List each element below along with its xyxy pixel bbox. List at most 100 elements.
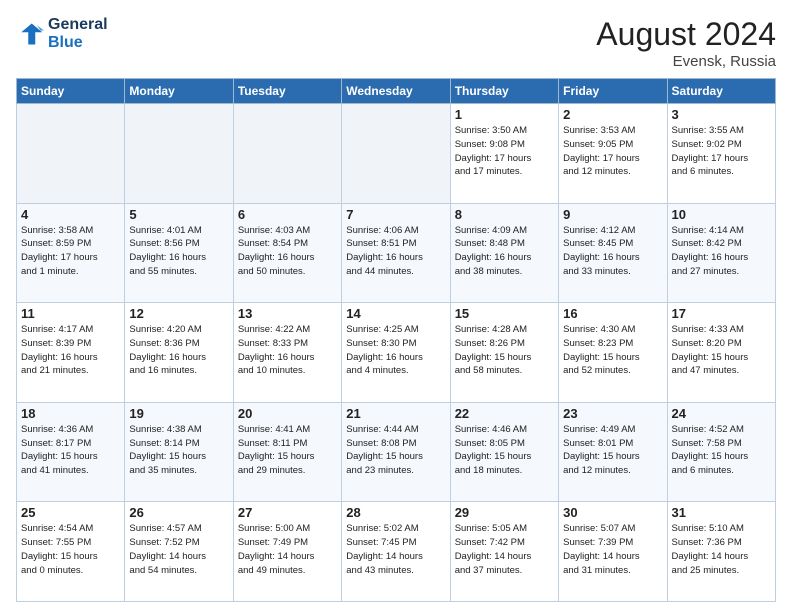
logo-text: General Blue — [48, 16, 108, 52]
day-number: 10 — [672, 207, 771, 222]
col-saturday: Saturday — [667, 79, 775, 104]
table-cell: 27Sunrise: 5:00 AM Sunset: 7:49 PM Dayli… — [233, 502, 341, 602]
table-cell: 15 Sunrise: 4:28 AM Sunset: 8:26 PM Dayli… — [450, 303, 558, 403]
day-number: 29 — [455, 505, 554, 520]
table-cell — [233, 104, 341, 204]
day-number: 28 — [346, 505, 445, 520]
month-year: August 2024 — [596, 16, 776, 53]
table-cell: 8 Sunrise: 4:09 AM Sunset: 8:48 PM Daylig… — [450, 203, 558, 303]
table-cell: 26Sunrise: 4:57 AM Sunset: 7:52 PM Dayli… — [125, 502, 233, 602]
week-row-2: 4 Sunrise: 3:58 AM Sunset: 8:59 PM Daylig… — [17, 203, 776, 303]
col-wednesday: Wednesday — [342, 79, 450, 104]
day-number: 13 — [238, 306, 337, 321]
day-info: Sunrise: 4:30 AM Sunset: 8:23 PM Dayligh… — [563, 323, 662, 378]
day-info: Sunrise: 4:25 AM Sunset: 8:30 PM Dayligh… — [346, 323, 445, 378]
day-number: 20 — [238, 406, 337, 421]
table-cell — [342, 104, 450, 204]
week-row-3: 11 Sunrise: 4:17 AM Sunset: 8:39 PM Dayli… — [17, 303, 776, 403]
day-info: Sunrise: 3:58 AM Sunset: 8:59 PM Dayligh… — [21, 224, 120, 279]
day-number: 15 — [455, 306, 554, 321]
table-cell: 30Sunrise: 5:07 AM Sunset: 7:39 PM Dayli… — [559, 502, 667, 602]
table-cell: 19 Sunrise: 4:38 AM Sunset: 8:14 PM Dayli… — [125, 402, 233, 502]
col-sunday: Sunday — [17, 79, 125, 104]
table-cell: 20 Sunrise: 4:41 AM Sunset: 8:11 PM Dayli… — [233, 402, 341, 502]
day-number: 23 — [563, 406, 662, 421]
day-number: 22 — [455, 406, 554, 421]
table-cell: 1Sunrise: 3:50 AM Sunset: 9:08 PM Daylig… — [450, 104, 558, 204]
day-number: 19 — [129, 406, 228, 421]
logo: General Blue — [16, 16, 108, 52]
day-number: 14 — [346, 306, 445, 321]
table-cell: 4 Sunrise: 3:58 AM Sunset: 8:59 PM Daylig… — [17, 203, 125, 303]
day-info: Sunrise: 4:33 AM Sunset: 8:20 PM Dayligh… — [672, 323, 771, 378]
calendar-header-row: Sunday Monday Tuesday Wednesday Thursday… — [17, 79, 776, 104]
title-block: August 2024 Evensk, Russia — [596, 16, 776, 70]
day-info: Sunrise: 4:38 AM Sunset: 8:14 PM Dayligh… — [129, 423, 228, 478]
table-cell — [125, 104, 233, 204]
day-number: 16 — [563, 306, 662, 321]
table-cell: 3 Sunrise: 3:55 AM Sunset: 9:02 PM Daylig… — [667, 104, 775, 204]
day-info: Sunrise: 5:02 AM Sunset: 7:45 PM Dayligh… — [346, 522, 445, 577]
day-info: Sunrise: 5:10 AM Sunset: 7:36 PM Dayligh… — [672, 522, 771, 577]
table-cell: 23Sunrise: 4:49 AM Sunset: 8:01 PM Dayli… — [559, 402, 667, 502]
col-tuesday: Tuesday — [233, 79, 341, 104]
day-number: 5 — [129, 207, 228, 222]
day-info: Sunrise: 4:03 AM Sunset: 8:54 PM Dayligh… — [238, 224, 337, 279]
day-info: Sunrise: 3:53 AM Sunset: 9:05 PM Dayligh… — [563, 124, 662, 179]
week-row-4: 18 Sunrise: 4:36 AM Sunset: 8:17 PM Dayli… — [17, 402, 776, 502]
day-info: Sunrise: 4:36 AM Sunset: 8:17 PM Dayligh… — [21, 423, 120, 478]
day-info: Sunrise: 3:55 AM Sunset: 9:02 PM Dayligh… — [672, 124, 771, 179]
day-info: Sunrise: 4:54 AM Sunset: 7:55 PM Dayligh… — [21, 522, 120, 577]
day-info: Sunrise: 3:50 AM Sunset: 9:08 PM Dayligh… — [455, 124, 554, 179]
day-info: Sunrise: 4:22 AM Sunset: 8:33 PM Dayligh… — [238, 323, 337, 378]
location: Evensk, Russia — [596, 53, 776, 70]
table-cell: 16 Sunrise: 4:30 AM Sunset: 8:23 PM Dayli… — [559, 303, 667, 403]
table-cell: 31Sunrise: 5:10 AM Sunset: 7:36 PM Dayli… — [667, 502, 775, 602]
day-number: 27 — [238, 505, 337, 520]
calendar-page: General Blue August 2024 Evensk, Russia … — [0, 0, 792, 612]
day-info: Sunrise: 4:52 AM Sunset: 7:58 PM Dayligh… — [672, 423, 771, 478]
day-number: 6 — [238, 207, 337, 222]
day-number: 4 — [21, 207, 120, 222]
day-number: 18 — [21, 406, 120, 421]
day-number: 17 — [672, 306, 771, 321]
day-number: 9 — [563, 207, 662, 222]
day-info: Sunrise: 5:07 AM Sunset: 7:39 PM Dayligh… — [563, 522, 662, 577]
day-number: 26 — [129, 505, 228, 520]
table-cell: 14 Sunrise: 4:25 AM Sunset: 8:30 PM Dayli… — [342, 303, 450, 403]
day-info: Sunrise: 5:05 AM Sunset: 7:42 PM Dayligh… — [455, 522, 554, 577]
day-info: Sunrise: 4:12 AM Sunset: 8:45 PM Dayligh… — [563, 224, 662, 279]
table-cell: 29 Sunrise: 5:05 AM Sunset: 7:42 PM Dayli… — [450, 502, 558, 602]
week-row-5: 25Sunrise: 4:54 AM Sunset: 7:55 PM Dayli… — [17, 502, 776, 602]
day-info: Sunrise: 4:17 AM Sunset: 8:39 PM Dayligh… — [21, 323, 120, 378]
day-info: Sunrise: 4:28 AM Sunset: 8:26 PM Dayligh… — [455, 323, 554, 378]
day-number: 2 — [563, 107, 662, 122]
table-cell: 6 Sunrise: 4:03 AM Sunset: 8:54 PM Daylig… — [233, 203, 341, 303]
logo-icon — [16, 20, 44, 48]
table-cell: 24 Sunrise: 4:52 AM Sunset: 7:58 PM Dayli… — [667, 402, 775, 502]
day-number: 3 — [672, 107, 771, 122]
table-cell: 25Sunrise: 4:54 AM Sunset: 7:55 PM Dayli… — [17, 502, 125, 602]
table-cell: 22Sunrise: 4:46 AM Sunset: 8:05 PM Dayli… — [450, 402, 558, 502]
col-monday: Monday — [125, 79, 233, 104]
day-info: Sunrise: 4:44 AM Sunset: 8:08 PM Dayligh… — [346, 423, 445, 478]
table-cell: 28 Sunrise: 5:02 AM Sunset: 7:45 PM Dayli… — [342, 502, 450, 602]
table-cell: 17 Sunrise: 4:33 AM Sunset: 8:20 PM Dayli… — [667, 303, 775, 403]
day-number: 11 — [21, 306, 120, 321]
table-cell: 5 Sunrise: 4:01 AM Sunset: 8:56 PM Daylig… — [125, 203, 233, 303]
table-cell: 12Sunrise: 4:20 AM Sunset: 8:36 PM Dayli… — [125, 303, 233, 403]
day-number: 21 — [346, 406, 445, 421]
table-cell: 18 Sunrise: 4:36 AM Sunset: 8:17 PM Dayli… — [17, 402, 125, 502]
day-info: Sunrise: 4:01 AM Sunset: 8:56 PM Dayligh… — [129, 224, 228, 279]
day-number: 8 — [455, 207, 554, 222]
day-info: Sunrise: 4:41 AM Sunset: 8:11 PM Dayligh… — [238, 423, 337, 478]
table-cell: 21 Sunrise: 4:44 AM Sunset: 8:08 PM Dayli… — [342, 402, 450, 502]
col-friday: Friday — [559, 79, 667, 104]
day-info: Sunrise: 4:06 AM Sunset: 8:51 PM Dayligh… — [346, 224, 445, 279]
header: General Blue August 2024 Evensk, Russia — [16, 16, 776, 70]
day-number: 24 — [672, 406, 771, 421]
day-info: Sunrise: 4:09 AM Sunset: 8:48 PM Dayligh… — [455, 224, 554, 279]
calendar-table: Sunday Monday Tuesday Wednesday Thursday… — [16, 78, 776, 602]
table-cell — [17, 104, 125, 204]
table-cell: 9 Sunrise: 4:12 AM Sunset: 8:45 PM Daylig… — [559, 203, 667, 303]
